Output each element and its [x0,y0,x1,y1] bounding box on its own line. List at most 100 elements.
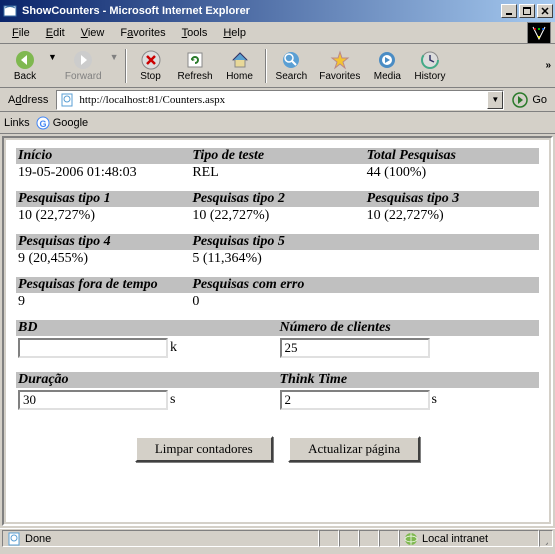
resize-grip[interactable] [539,530,553,547]
maximize-button[interactable] [519,4,535,18]
hdr-erro: Pesquisas com erro [190,277,364,293]
back-button[interactable]: Back [4,46,46,86]
back-icon [15,50,35,70]
val-inicio: 19-05-2006 01:48:03 [16,164,190,191]
google-icon: G [36,116,50,130]
table-row: 10 (22,727%) 10 (22,727%) 10 (22,727%) [16,207,539,234]
address-input[interactable] [77,94,487,106]
val-fora: 9 [16,293,190,320]
home-icon [230,50,250,70]
table-row: Pesquisas fora de tempo Pesquisas com er… [16,277,539,293]
forward-dropdown: ▼ [108,52,121,62]
menu-help[interactable]: Help [215,25,254,41]
menu-favorites[interactable]: Favorites [112,25,173,41]
val-p3: 10 (22,727%) [365,207,539,234]
lbl-think: Think Time [278,372,540,388]
search-icon [281,50,301,70]
forward-button: Forward [59,46,108,86]
status-zone-segment: Local intranet [399,530,539,547]
page-content[interactable]: Início Tipo de teste Total Pesquisas 19-… [6,140,549,522]
refresh-button[interactable]: Refresh [172,46,219,86]
links-label: Links [4,117,30,129]
input-think[interactable] [280,390,430,410]
lbl-clients: Número de clientes [278,320,540,336]
val-tipo: REL [190,164,364,191]
hdr-p3: Pesquisas tipo 3 [365,191,539,207]
input-clients[interactable] [280,338,430,358]
title-bar: ShowCounters - Microsoft Internet Explor… [0,0,555,22]
lbl-bd: BD [16,320,278,336]
hdr-p5: Pesquisas tipo 5 [190,234,364,250]
val-erro: 0 [190,293,364,320]
val-p2: 10 (22,727%) [190,207,364,234]
hdr-inicio: Início [16,148,190,164]
address-dropdown[interactable]: ▼ [487,91,503,109]
menu-view[interactable]: View [73,25,113,41]
content-area: Início Tipo de teste Total Pesquisas 19-… [2,136,553,526]
hdr-fora: Pesquisas fora de tempo [16,277,190,293]
app-icon [2,3,18,19]
page-icon [59,92,75,108]
unit-duration: s [170,392,175,408]
close-button[interactable] [537,4,553,18]
media-icon [377,50,397,70]
hdr-tipo: Tipo de teste [190,148,364,164]
refresh-icon [185,50,205,70]
input-duration[interactable] [18,390,168,410]
status-text: Done [25,533,51,545]
val-p1: 10 (22,727%) [16,207,190,234]
table-row: 9 0 [16,293,539,320]
history-button[interactable]: History [408,46,451,86]
stop-icon [141,50,161,70]
go-button[interactable]: Go [508,90,551,110]
form-row: BD k Número de clientes [16,320,539,368]
lbl-duration: Duração [16,372,278,388]
back-dropdown[interactable]: ▼ [46,52,59,62]
toolbar: Back ▼ Forward ▼ Stop Refresh Home Searc… [0,44,555,88]
search-button[interactable]: Search [270,46,314,86]
table-row: Pesquisas tipo 4 Pesquisas tipo 5 [16,234,539,250]
address-field-wrap: ▼ [56,90,504,110]
val-total: 44 (100%) [365,164,539,191]
hdr-p2: Pesquisas tipo 2 [190,191,364,207]
ie-logo-icon [527,22,551,44]
done-icon [7,532,21,546]
refresh-page-button[interactable]: Actualizar página [288,436,420,462]
table-row: Pesquisas tipo 1 Pesquisas tipo 2 Pesqui… [16,191,539,207]
link-google[interactable]: G Google [36,116,88,130]
status-text-segment: Done [2,530,319,547]
menu-bar: File Edit View Favorites Tools Help [0,22,555,44]
table-row: 9 (20,455%) 5 (11,364%) [16,250,539,277]
clear-counters-button[interactable]: Limpar contadores [135,436,273,462]
stop-button[interactable]: Stop [130,46,172,86]
table-row: Início Tipo de teste Total Pesquisas [16,148,539,164]
address-bar: Address ▼ Go [0,88,555,112]
menu-file[interactable]: File [4,25,38,41]
unit-think: s [432,392,437,408]
status-bar: Done Local intranet [0,528,555,548]
hdr-p4: Pesquisas tipo 4 [16,234,190,250]
favorites-button[interactable]: Favorites [313,46,366,86]
svg-text:G: G [39,119,46,129]
links-bar: Links G Google [0,112,555,134]
input-bd[interactable] [18,338,168,358]
status-zone: Local intranet [422,533,488,545]
minimize-button[interactable] [501,4,517,18]
favorites-icon [330,50,350,70]
intranet-icon [404,532,418,546]
toolbar-overflow-icon[interactable]: » [545,60,551,71]
hdr-p1: Pesquisas tipo 1 [16,191,190,207]
button-row: Limpar contadores Actualizar página [16,424,539,474]
media-button[interactable]: Media [366,46,408,86]
hdr-total: Total Pesquisas [365,148,539,164]
home-button[interactable]: Home [219,46,261,86]
table-row: 19-05-2006 01:48:03 REL 44 (100%) [16,164,539,191]
unit-bd: k [170,340,177,356]
val-p4: 9 (20,455%) [16,250,190,277]
window-title: ShowCounters - Microsoft Internet Explor… [22,5,501,17]
history-icon [420,50,440,70]
menu-edit[interactable]: Edit [38,25,73,41]
address-label: Address [4,94,52,106]
val-p5: 5 (11,364%) [190,250,364,277]
menu-tools[interactable]: Tools [174,25,216,41]
